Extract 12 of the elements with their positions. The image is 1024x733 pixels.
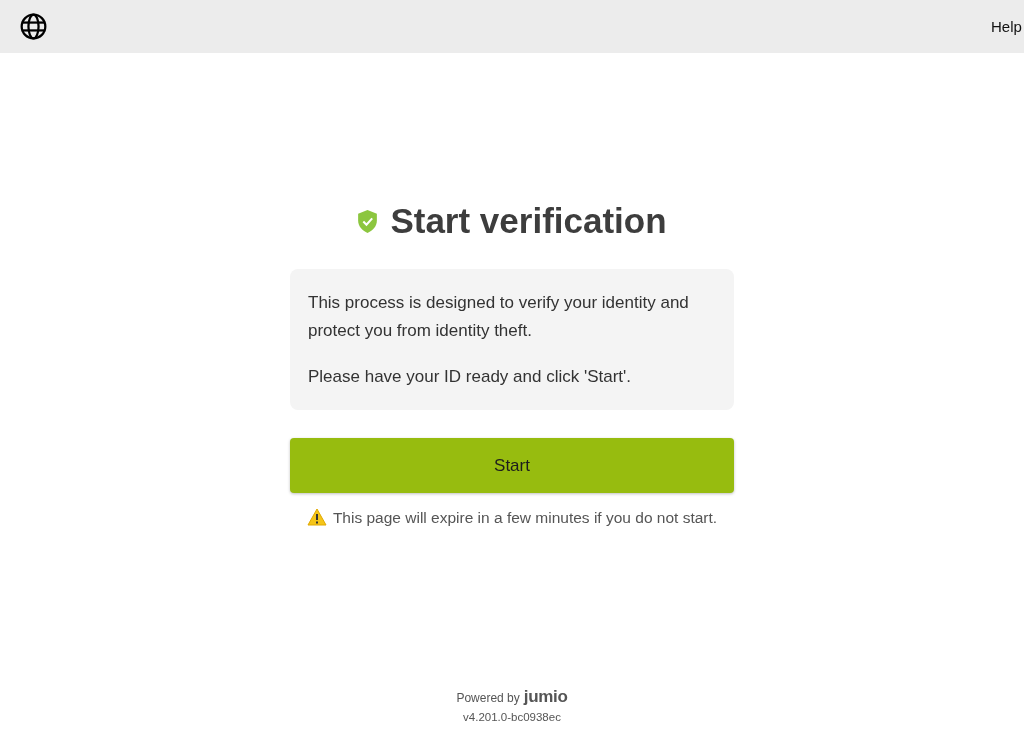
globe-icon[interactable] xyxy=(20,13,47,40)
warning-icon xyxy=(306,508,327,526)
info-text: Please have your ID ready and click 'Start'. xyxy=(308,366,633,388)
brand-logo: jumio xyxy=(523,687,568,707)
start-button[interactable]: Start xyxy=(290,438,734,493)
version-text: v4.201.0-bc0938ec xyxy=(463,711,561,723)
help-link[interactable]: Help xyxy=(991,18,1024,35)
info-text: This process is designed to verify your identity and protect you from identity theft. xyxy=(308,292,690,342)
shield-check-icon xyxy=(357,208,379,234)
powered-by-text: Powered by xyxy=(456,691,520,705)
expiry-warning: This page will expire in a few minutes if you do not start. xyxy=(302,505,722,530)
page-title: Start verification xyxy=(390,201,667,241)
